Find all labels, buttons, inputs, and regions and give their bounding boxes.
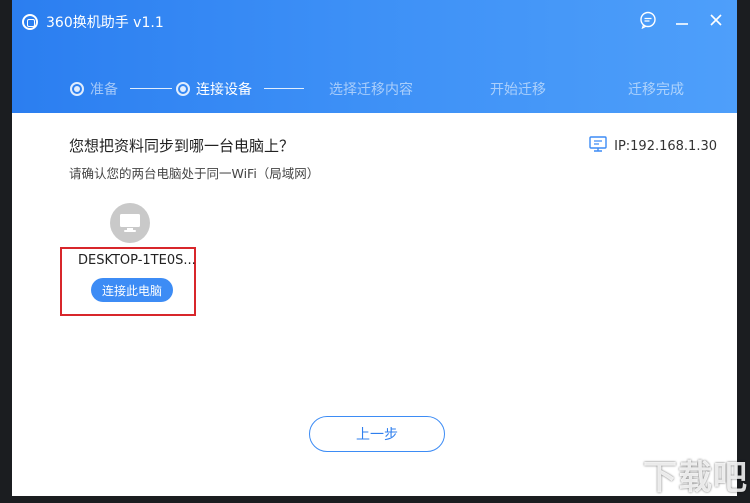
ip-info: IP:192.168.1.30 xyxy=(588,135,717,157)
step-connector xyxy=(130,88,172,89)
step-start-migration: 开始迁移 xyxy=(490,72,546,106)
step-connect-device: 连接设备 xyxy=(176,72,252,106)
watermark-logo: 下载吧 xyxy=(643,458,748,498)
step-connector xyxy=(264,88,304,89)
step-label: 准备 xyxy=(90,82,118,98)
progress-steps: 准备 连接设备 选择迁移内容 开始迁移 迁移完成 xyxy=(12,72,737,106)
close-icon[interactable] xyxy=(705,9,727,31)
app-logo-icon xyxy=(22,14,38,30)
device-name: DESKTOP-1TE0S... xyxy=(78,253,196,268)
step-label: 开始迁移 xyxy=(490,82,546,98)
chat-icon[interactable] xyxy=(637,9,659,31)
title-area: 360换机助手 v1.1 xyxy=(22,10,164,34)
step-dot-icon xyxy=(176,82,190,96)
step-migration-complete: 迁移完成 xyxy=(628,72,684,106)
step-dot-icon xyxy=(70,82,84,96)
header: 360换机助手 v1.1 准备 连接设备 选择迁移内容 开始迁移 迁移完成 xyxy=(12,0,737,113)
app-title: 360换机助手 v1.1 xyxy=(46,15,164,31)
step-prepare: 准备 xyxy=(70,72,118,106)
page-title: 您想把资料同步到哪一台电脑上？ xyxy=(69,137,295,155)
step-label: 迁移完成 xyxy=(628,82,684,98)
step-label: 连接设备 xyxy=(196,82,252,98)
step-label: 选择迁移内容 xyxy=(329,82,413,98)
main-content: 您想把资料同步到哪一台电脑上？ 请确认您的两台电脑处于同一WiFi（局域网） I… xyxy=(12,113,737,496)
step-select-content: 选择迁移内容 xyxy=(329,72,413,106)
page-subtitle: 请确认您的两台电脑处于同一WiFi（局域网） xyxy=(69,166,320,181)
minimize-icon[interactable] xyxy=(671,9,693,31)
app-window: 360换机助手 v1.1 准备 连接设备 选择迁移内容 开始迁移 迁移完成 您想… xyxy=(12,0,737,496)
connect-device-button[interactable]: 连接此电脑 xyxy=(91,278,173,302)
monitor-icon xyxy=(110,203,150,243)
window-controls xyxy=(637,9,727,31)
previous-step-button[interactable]: 上一步 xyxy=(309,416,445,452)
ip-address: IP:192.168.1.30 xyxy=(614,138,717,154)
network-icon xyxy=(588,135,608,157)
